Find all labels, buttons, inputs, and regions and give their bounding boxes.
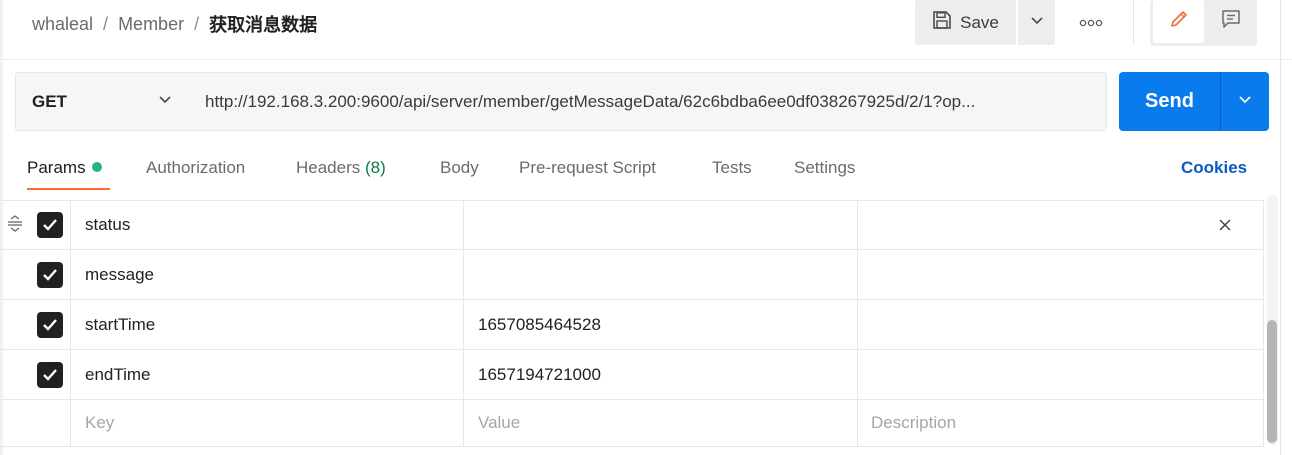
row-checkbox[interactable] [37, 311, 63, 338]
breadcrumb-separator: / [103, 13, 109, 34]
breadcrumb-workspace[interactable]: whaleal [32, 14, 93, 35]
method-select[interactable]: GET [15, 72, 189, 131]
view-mode-toggle [1150, 0, 1257, 46]
close-icon [1219, 219, 1231, 231]
breadcrumb-separator: / [194, 13, 200, 34]
param-value[interactable]: 1657085464528 [463, 300, 857, 349]
params-active-dot [91, 162, 102, 172]
param-description[interactable] [857, 300, 1264, 349]
breadcrumb-collection[interactable]: Member [118, 14, 184, 35]
save-label: Save [960, 12, 999, 32]
row-checkbox-cell [30, 250, 70, 299]
param-key[interactable]: message [70, 250, 463, 299]
new-value-input[interactable]: Value [463, 400, 857, 446]
row-checkbox[interactable] [37, 261, 63, 288]
tab-params[interactable]: Params [27, 158, 102, 178]
param-value[interactable] [463, 201, 857, 249]
send-group: Send [1119, 72, 1269, 131]
param-key[interactable]: startTime [70, 300, 463, 349]
row-checkbox-cell [30, 300, 70, 349]
param-value[interactable]: 1657194721000 [463, 350, 857, 399]
table-row-new: Key Value Description [0, 400, 1264, 447]
active-tab-indicator [27, 188, 110, 190]
key-placeholder: Key [85, 413, 115, 432]
save-button[interactable]: Save [915, 0, 1016, 45]
tab-headers[interactable]: Headers (8) [296, 158, 386, 178]
row-checkbox[interactable] [37, 212, 63, 238]
check-icon [43, 268, 57, 281]
comment-icon [1220, 8, 1242, 35]
check-icon [43, 219, 57, 231]
send-options-button[interactable] [1221, 72, 1269, 131]
request-header: whaleal / Member / 获取消息数据 Save [0, 0, 1292, 60]
new-description-input[interactable]: Description [857, 400, 1264, 446]
check-icon [43, 368, 57, 381]
comments-button[interactable] [1206, 0, 1255, 43]
tab-pre-request-script[interactable]: Pre-request Script [519, 158, 656, 178]
save-group: Save [915, 0, 1055, 45]
more-horizontal-icon [1079, 14, 1103, 32]
row-checkbox[interactable] [37, 361, 63, 388]
drag-handle[interactable] [0, 201, 30, 249]
chevron-down-icon [158, 92, 172, 111]
right-edge [1280, 0, 1281, 455]
table-row: startTime 1657085464528 [0, 300, 1264, 350]
tab-authorization[interactable]: Authorization [146, 158, 245, 178]
url-text: http://192.168.3.200:9600/api/server/mem… [205, 91, 976, 111]
value-placeholder: Value [478, 413, 521, 432]
headers-count: (8) [365, 158, 386, 177]
method-label: GET [32, 91, 67, 111]
more-actions-button[interactable] [1072, 10, 1110, 36]
breadcrumb: whaleal / Member / 获取消息数据 [32, 11, 317, 37]
new-key-input[interactable]: Key [70, 400, 463, 446]
scrollbar-thumb[interactable] [1267, 320, 1277, 443]
url-input[interactable]: http://192.168.3.200:9600/api/server/mem… [188, 72, 1107, 131]
floppy-disk-icon [932, 10, 952, 35]
table-row: message [0, 250, 1264, 300]
param-description[interactable] [857, 250, 1264, 299]
chevron-down-icon [1030, 13, 1044, 32]
tab-params-label: Params [27, 158, 86, 177]
chevron-down-icon [1238, 92, 1252, 111]
param-key[interactable]: status [70, 201, 463, 249]
table-row: status [0, 200, 1264, 250]
edit-mode-button[interactable] [1153, 0, 1204, 43]
row-checkbox-cell [30, 201, 70, 249]
table-row: endTime 1657194721000 [0, 350, 1264, 400]
param-description[interactable] [857, 350, 1264, 399]
tab-body[interactable]: Body [440, 158, 479, 178]
row-checkbox-cell [30, 350, 70, 399]
delete-row-button[interactable] [1214, 214, 1236, 236]
drag-handle-icon [6, 214, 24, 237]
pencil-icon [1168, 8, 1190, 35]
description-placeholder: Description [871, 413, 957, 432]
tab-headers-label: Headers [296, 158, 361, 177]
toolbar-divider [1133, 0, 1134, 45]
request-name[interactable]: 获取消息数据 [209, 11, 317, 37]
param-value[interactable] [463, 250, 857, 299]
param-description[interactable] [857, 201, 1264, 249]
tab-settings[interactable]: Settings [794, 158, 855, 178]
tab-tests[interactable]: Tests [712, 158, 752, 178]
send-button[interactable]: Send [1119, 72, 1220, 131]
check-icon [43, 318, 57, 331]
save-options-button[interactable] [1018, 0, 1055, 45]
cookies-link[interactable]: Cookies [1181, 158, 1247, 178]
request-tabs: Params Authorization Headers (8) Body Pr… [0, 150, 1292, 192]
param-key[interactable]: endTime [70, 350, 463, 399]
